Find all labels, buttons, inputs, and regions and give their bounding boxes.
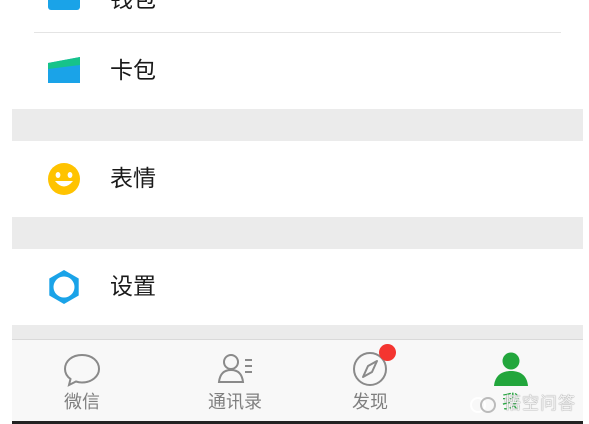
watermark: 悟空问答 bbox=[468, 392, 583, 416]
menu-item-wallet-label: 钱包 bbox=[110, 0, 156, 13]
tab-discover-label: 发现 bbox=[352, 392, 388, 413]
tab-chats[interactable]: 微信 bbox=[22, 340, 142, 422]
menu-item-card-pack-label: 卡包 bbox=[110, 58, 156, 84]
section-gap bbox=[12, 325, 583, 339]
smiley-icon bbox=[46, 161, 82, 197]
gear-icon bbox=[46, 269, 82, 305]
person-icon bbox=[491, 348, 531, 388]
wallet-icon bbox=[46, 0, 82, 16]
menu-item-settings-label: 设置 bbox=[110, 274, 156, 300]
chat-bubble-icon bbox=[62, 348, 102, 388]
tab-contacts-label: 通讯录 bbox=[208, 392, 262, 413]
menu-item-stickers[interactable]: 表情 bbox=[12, 141, 583, 217]
watermark-text: 悟空问答 bbox=[504, 394, 576, 414]
card-pack-icon bbox=[46, 53, 82, 89]
menu-item-wallet[interactable]: 钱包 bbox=[12, 0, 583, 32]
watermark-logo-icon bbox=[470, 397, 496, 413]
tab-contacts[interactable]: 通讯录 bbox=[175, 340, 295, 422]
notification-badge bbox=[379, 344, 396, 361]
menu-item-stickers-label: 表情 bbox=[110, 166, 156, 192]
tab-chats-label: 微信 bbox=[64, 392, 100, 413]
menu-item-settings[interactable]: 设置 bbox=[12, 249, 583, 325]
menu-item-card-pack[interactable]: 卡包 bbox=[12, 33, 583, 109]
tab-discover[interactable]: 发现 bbox=[310, 340, 430, 422]
contacts-icon bbox=[215, 348, 255, 388]
wechat-me-screen: 钱包 卡包 表情 设置 微信 通讯录 发现 我 悟空问答 bbox=[12, 0, 583, 424]
section-gap bbox=[12, 109, 583, 141]
section-gap bbox=[12, 217, 583, 249]
